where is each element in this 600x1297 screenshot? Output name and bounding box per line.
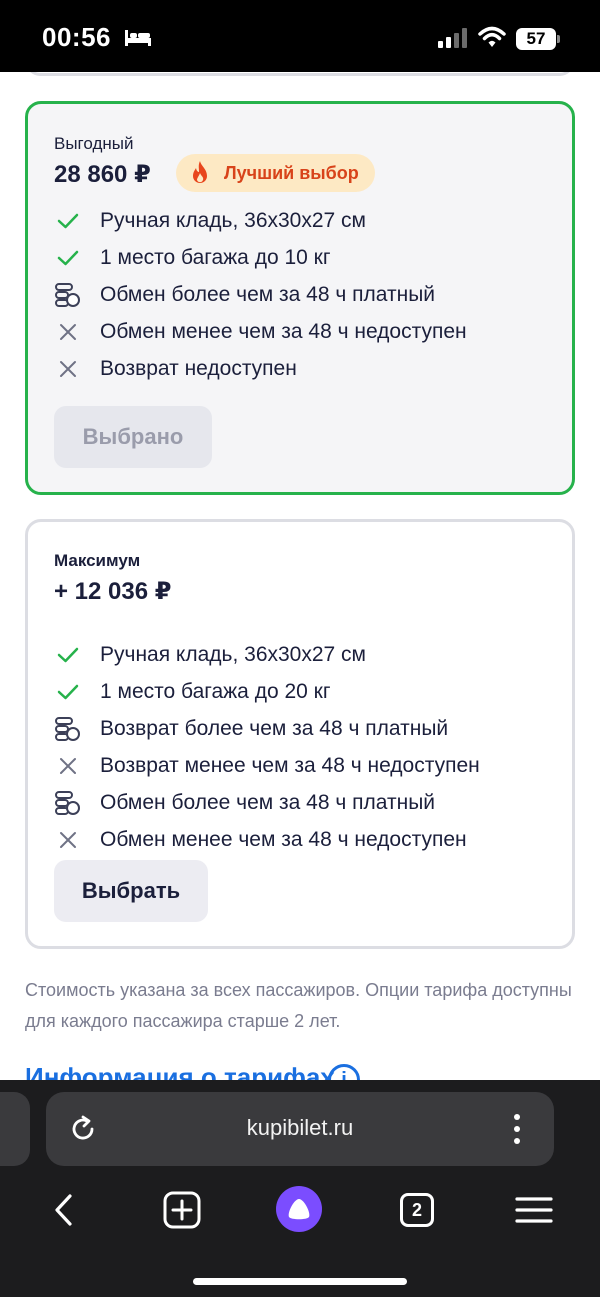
feature-label: 1 место багажа до 20 кг (100, 679, 331, 703)
tariff-card-vygodny[interactable]: Выгодный 28 860 ₽ Лучший выбор Ручная кл… (25, 101, 575, 495)
browser-toolbar: kupibilet.ru 2 (0, 1080, 600, 1297)
select-button[interactable]: Выбрать (54, 860, 208, 922)
cellular-signal-icon (438, 28, 467, 48)
check-icon (54, 207, 82, 235)
feature-item: Возврат более чем за 48 ч платный (54, 710, 554, 747)
back-icon[interactable] (42, 1188, 86, 1232)
cross-icon (54, 355, 82, 383)
feature-label: Обмен более чем за 48 ч платный (100, 790, 436, 814)
battery-tip (557, 35, 560, 43)
tariff-page-content: Выгодный 28 860 ₽ Лучший выбор Ручная кл… (0, 72, 600, 1080)
feature-item: Обмен менее чем за 48 ч недоступен (54, 821, 554, 858)
feature-label: Обмен менее чем за 48 ч недоступен (100, 827, 467, 851)
tariff-card-maksimum[interactable]: Максимум + 12 036 ₽ Ручная кладь, 36x30x… (25, 519, 575, 949)
cross-icon (54, 318, 82, 346)
tariff-name: Максимум (54, 551, 141, 570)
check-icon (54, 641, 82, 669)
coins-icon (54, 281, 82, 309)
feature-label: Ручная кладь, 36x30x27 см (100, 642, 366, 666)
best-choice-label: Лучший выбор (224, 162, 359, 183)
url-text[interactable]: kupibilet.ru (46, 1115, 554, 1141)
previous-tab-preview[interactable] (0, 1092, 30, 1166)
feature-label: 1 место багажа до 10 кг (100, 245, 331, 269)
feature-label: Ручная кладь, 36x30x27 см (100, 208, 366, 232)
feature-item: Обмен более чем за 48 ч платный (54, 784, 554, 821)
feature-label: Обмен более чем за 48 ч платный (100, 282, 436, 306)
check-icon (54, 678, 82, 706)
address-bar[interactable]: kupibilet.ru (46, 1092, 554, 1166)
selected-button[interactable]: Выбрано (54, 406, 212, 468)
status-bar: 00:56 57 (0, 0, 600, 72)
feature-item: 1 место багажа до 20 кг (54, 673, 554, 710)
battery-indicator: 57 (516, 28, 556, 50)
feature-item: Обмен менее чем за 48 ч недоступен (54, 313, 554, 350)
cross-icon (54, 826, 82, 854)
cross-icon (54, 752, 82, 780)
feature-item: Ручная кладь, 36x30x27 см (54, 202, 554, 239)
feature-list: Ручная кладь, 36x30x27 см 1 место багажа… (54, 202, 554, 387)
feature-item: 1 место багажа до 10 кг (54, 239, 554, 276)
feature-item: Обмен более чем за 48 ч платный (54, 276, 554, 313)
coins-icon (54, 715, 82, 743)
bed-icon (125, 30, 151, 46)
best-choice-badge: Лучший выбор (176, 154, 375, 192)
feature-label: Обмен менее чем за 48 ч недоступен (100, 319, 467, 343)
tariff-price: + 12 036 ₽ (54, 578, 172, 605)
tariff-price: 28 860 ₽ (54, 161, 151, 188)
price-footnote: Стоимость указана за всех пассажиров. Оп… (25, 980, 572, 1031)
feature-item: Возврат недоступен (54, 350, 554, 387)
fire-icon (193, 161, 207, 183)
status-time: 00:56 (42, 22, 111, 52)
feature-item: Возврат менее чем за 48 ч недоступен (54, 747, 554, 784)
new-tab-icon[interactable] (160, 1188, 204, 1232)
feature-item: Ручная кладь, 36x30x27 см (54, 636, 554, 673)
tariff-info-link[interactable]: Информация о тарифах (25, 1062, 335, 1080)
feature-label: Возврат менее чем за 48 ч недоступен (100, 753, 480, 777)
previous-card-edge (26, 72, 574, 76)
feature-label: Возврат недоступен (100, 356, 297, 380)
alice-assistant-icon[interactable] (276, 1186, 322, 1232)
feature-list: Ручная кладь, 36x30x27 см 1 место багажа… (54, 636, 554, 858)
coins-icon (54, 789, 82, 817)
home-indicator (193, 1278, 407, 1285)
check-icon (54, 244, 82, 272)
more-options-icon[interactable] (510, 1112, 524, 1146)
browser-nav-row: 2 (0, 1180, 600, 1240)
wifi-icon (478, 26, 506, 47)
tab-count[interactable]: 2 (400, 1193, 434, 1227)
feature-label: Возврат более чем за 48 ч платный (100, 716, 449, 740)
tariff-name: Выгодный (54, 134, 134, 153)
tabs-switcher-icon[interactable]: 2 (395, 1188, 439, 1232)
menu-icon[interactable] (512, 1188, 556, 1232)
